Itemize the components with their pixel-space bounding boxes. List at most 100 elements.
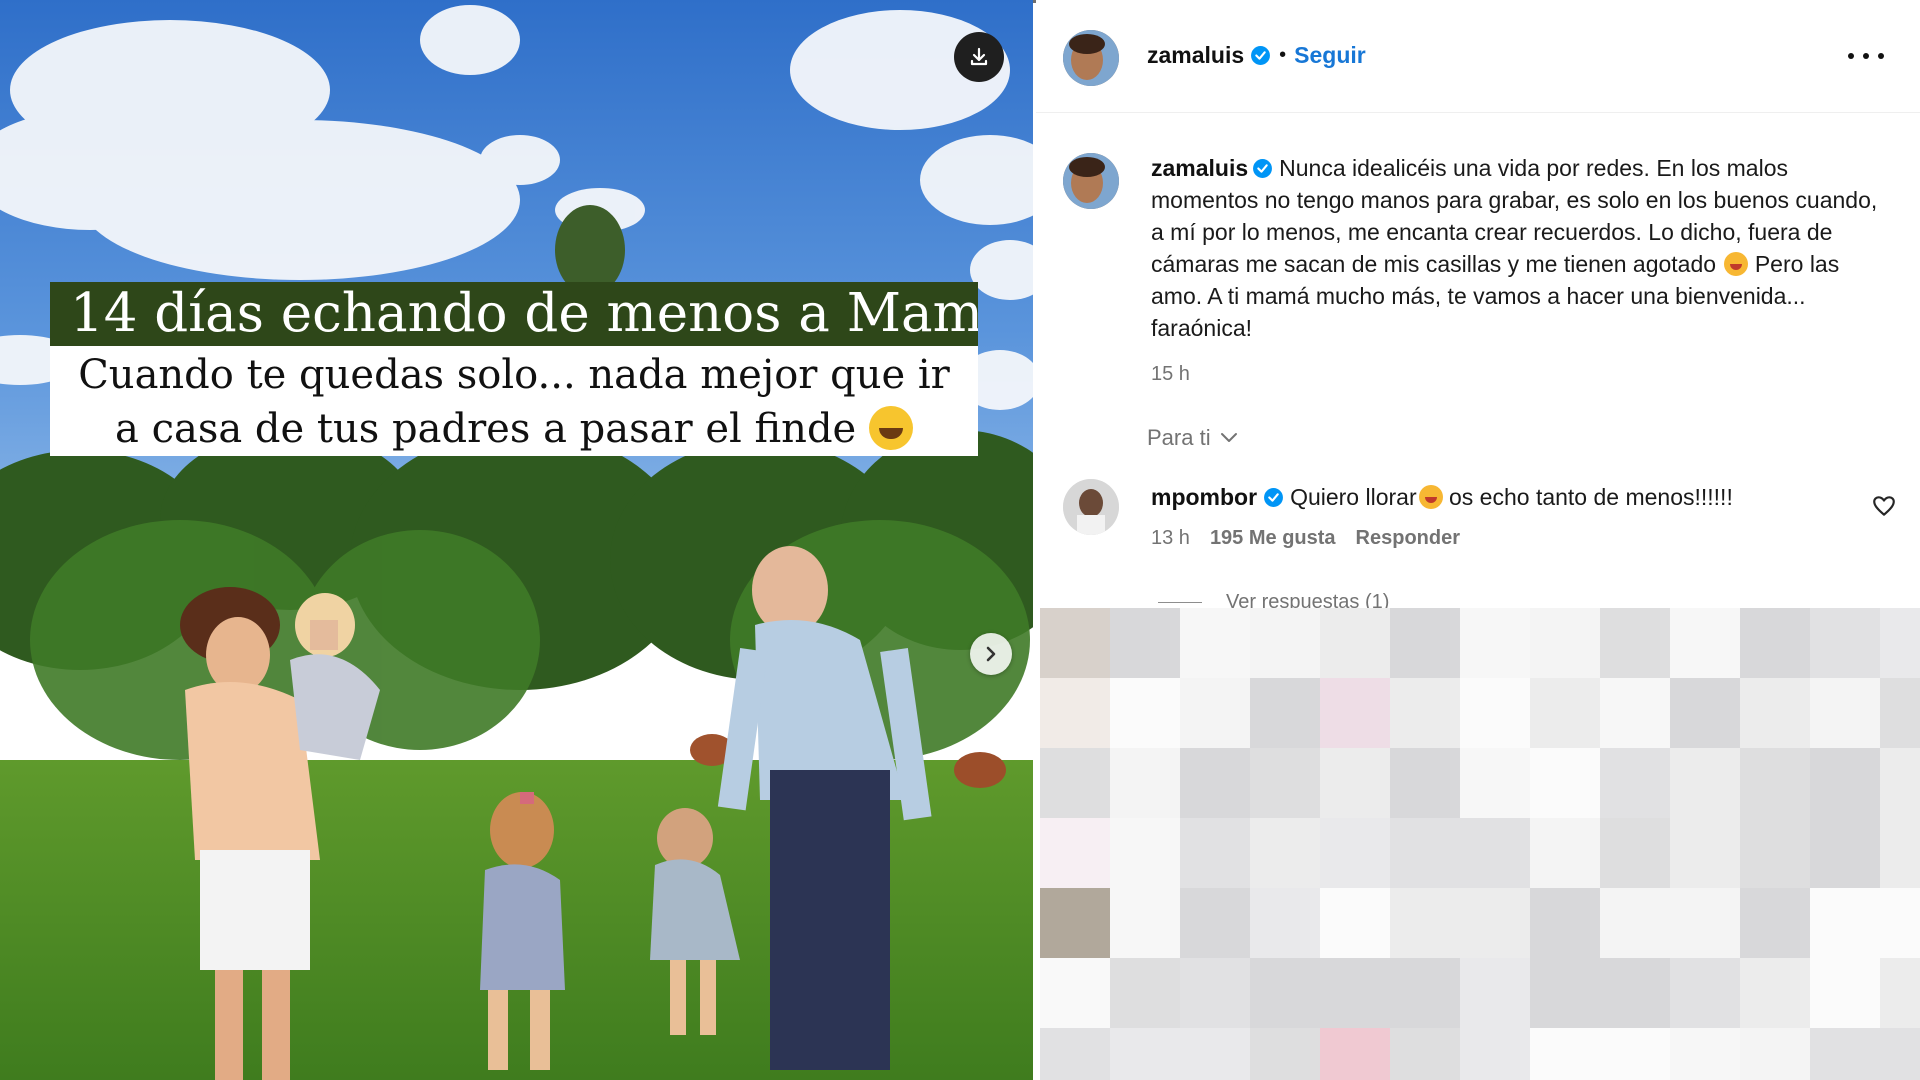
pixel-block	[1040, 888, 1110, 958]
separator-dot: •	[1279, 44, 1287, 66]
pixel-block	[1320, 608, 1390, 678]
pixel-block	[1670, 958, 1740, 1028]
commenter-avatar[interactable]	[1063, 479, 1119, 535]
pixel-block	[1390, 818, 1460, 888]
avatar[interactable]	[1063, 30, 1119, 86]
overlay-title: 14 días echando de menos a Mamá	[50, 282, 978, 346]
pixel-block	[1460, 608, 1530, 678]
pixel-block	[1110, 678, 1180, 748]
pixel-block	[1250, 818, 1320, 888]
pixel-block	[1460, 958, 1530, 1028]
pixel-block	[1320, 818, 1390, 888]
pixel-block	[1530, 818, 1600, 888]
replies-divider-line	[1158, 601, 1202, 603]
pixel-block	[1180, 1028, 1250, 1080]
pixel-block	[1250, 888, 1320, 958]
pixel-block	[1810, 1028, 1880, 1080]
pixel-block	[1040, 748, 1110, 818]
pixel-block	[1530, 748, 1600, 818]
pixel-block	[1880, 678, 1920, 748]
post-caption: zamaluis Nunca idealicéis una vida por re…	[1151, 152, 1896, 390]
avatar-photo	[1063, 153, 1119, 209]
pixel-block	[1320, 888, 1390, 958]
comment-body: mpombor Quiero llorar os echo tanto de me…	[1151, 481, 1841, 513]
next-image-button[interactable]	[970, 633, 1012, 675]
pixel-block	[1040, 678, 1110, 748]
pixel-block	[1810, 818, 1880, 888]
crying-emoji-icon	[1418, 485, 1443, 509]
caption-avatar[interactable]	[1063, 153, 1119, 209]
comment-username[interactable]: mpombor	[1151, 484, 1257, 510]
pixel-block	[1320, 958, 1390, 1028]
pixel-block	[1250, 678, 1320, 748]
pixel-block	[1740, 1028, 1810, 1080]
pixel-block	[1460, 748, 1530, 818]
pixel-block	[1040, 608, 1110, 678]
pixel-block	[1390, 958, 1460, 1028]
pixel-block	[1810, 888, 1880, 958]
pixel-block	[1390, 678, 1460, 748]
pixel-block	[1600, 678, 1670, 748]
pixel-block	[1740, 818, 1810, 888]
pixel-block	[1600, 608, 1670, 678]
pixel-block	[1040, 818, 1110, 888]
chevron-down-icon	[1220, 433, 1237, 442]
pixel-block	[1110, 1028, 1180, 1080]
pixel-block	[1530, 958, 1600, 1028]
comment-filter-dropdown[interactable]: Para ti	[1147, 425, 1239, 451]
comment-text-part2: os echo tanto de menos!!!!!!	[1442, 484, 1733, 510]
pixel-block	[1670, 678, 1740, 748]
pixel-block	[1810, 748, 1880, 818]
pixel-block	[1670, 748, 1740, 818]
pixel-block	[1740, 888, 1810, 958]
post-image[interactable]: 14 días echando de menos a Mamá Cuando t…	[0, 0, 1033, 1080]
caption-username[interactable]: zamaluis	[1151, 155, 1248, 181]
pixel-block	[1740, 748, 1810, 818]
pixel-block	[1880, 888, 1920, 958]
pixel-block	[1600, 748, 1670, 818]
pixel-block	[1460, 818, 1530, 888]
verified-badge-icon	[1253, 159, 1273, 178]
more-options-button[interactable]	[1848, 48, 1884, 64]
header-username[interactable]: zamaluis	[1147, 42, 1244, 69]
pixel-block	[1040, 958, 1110, 1028]
pixel-block	[1180, 678, 1250, 748]
follow-button[interactable]: Seguir	[1294, 42, 1366, 69]
laughing-emoji-icon	[868, 406, 913, 450]
pixel-block	[1460, 1028, 1530, 1080]
pixel-block	[1740, 608, 1810, 678]
pixel-block	[1810, 608, 1880, 678]
pixel-block	[1390, 1028, 1460, 1080]
pixel-block	[1180, 958, 1250, 1028]
heart-icon[interactable]	[1871, 493, 1897, 519]
comment-time: 13 h	[1151, 527, 1190, 549]
caption-time: 15 h	[1151, 363, 1190, 385]
overlay-line-2-text: a casa de tus padres a pasar el finde	[115, 406, 857, 452]
more-horizontal-icon	[1848, 53, 1854, 59]
pixel-block	[1530, 678, 1600, 748]
pixel-block	[1320, 1028, 1390, 1080]
pixel-block	[1180, 608, 1250, 678]
pixel-block	[1460, 678, 1530, 748]
pixel-block	[1880, 608, 1920, 678]
chevron-right-icon	[986, 646, 996, 662]
pixel-block	[1250, 958, 1320, 1028]
pixel-block	[1390, 888, 1460, 958]
pixel-block	[1180, 748, 1250, 818]
pixel-block	[1740, 678, 1810, 748]
pixel-block	[1110, 818, 1180, 888]
download-button[interactable]	[954, 32, 1004, 82]
comment-meta: 13 h 195 Me gusta Responder	[1151, 527, 1460, 550]
comment-likes[interactable]: 195 Me gusta	[1210, 527, 1336, 550]
pixel-block	[1390, 608, 1460, 678]
pixel-block	[1880, 748, 1920, 818]
more-dot-2	[1863, 53, 1869, 59]
pixel-block	[1180, 888, 1250, 958]
avatar-photo	[1063, 30, 1119, 86]
filter-label: Para ti	[1147, 425, 1211, 450]
pixel-block	[1390, 748, 1460, 818]
pixel-block	[1740, 958, 1810, 1028]
pixel-block	[1810, 958, 1880, 1028]
reply-button[interactable]: Responder	[1356, 527, 1460, 550]
pixel-block	[1040, 1028, 1110, 1080]
